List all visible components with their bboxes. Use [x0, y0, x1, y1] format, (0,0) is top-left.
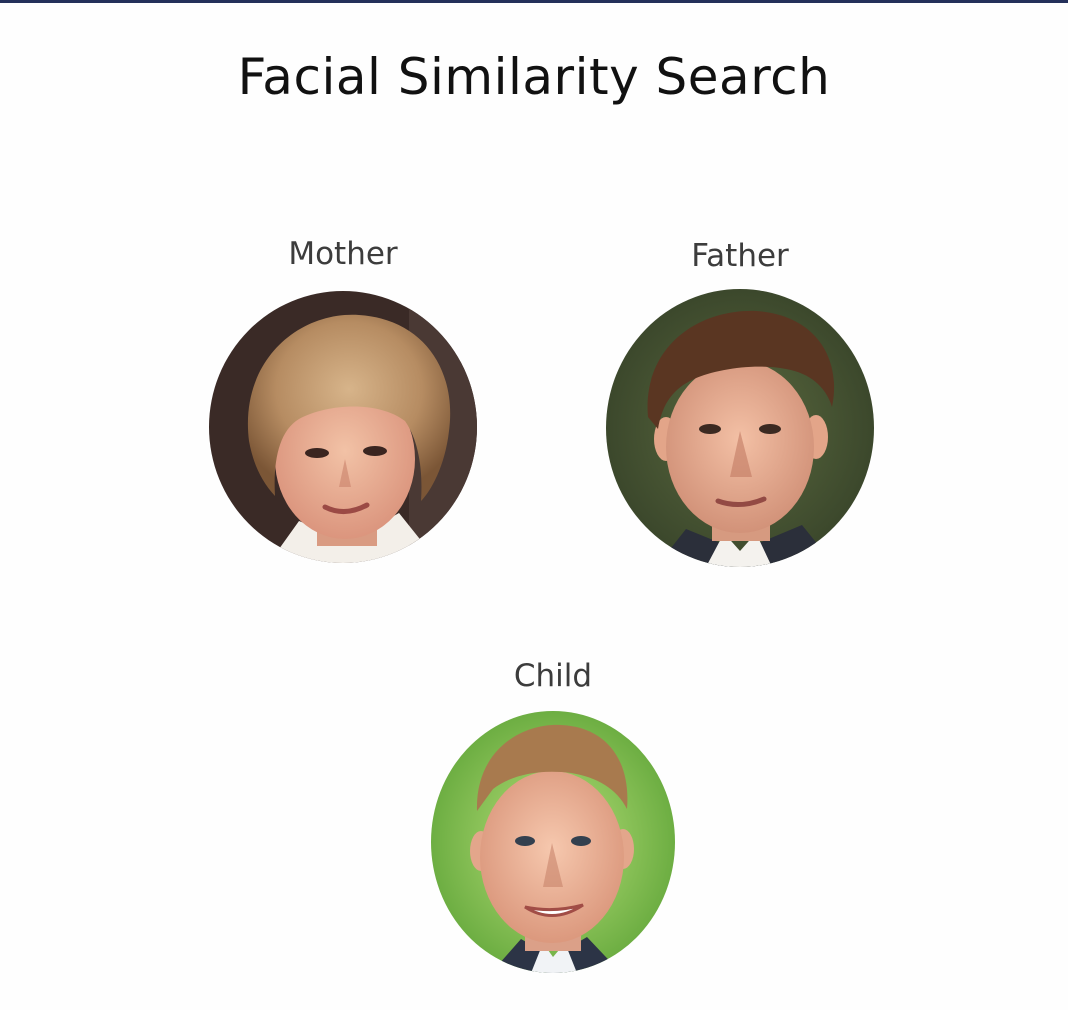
- child-label: Child: [513, 658, 593, 694]
- child-portrait[interactable]: [431, 711, 675, 974]
- child-card: Child: [430, 658, 676, 974]
- page-title: Facial Similarity Search: [237, 48, 831, 106]
- mother-photo: [209, 291, 477, 564]
- mother-portrait[interactable]: [209, 291, 477, 564]
- top-border: [0, 0, 1068, 3]
- mother-label: Mother: [288, 236, 398, 272]
- father-portrait[interactable]: [606, 289, 874, 568]
- father-photo: [606, 289, 874, 568]
- father-card: Father: [605, 238, 875, 568]
- mother-card: Mother: [208, 236, 478, 564]
- child-photo: [431, 711, 675, 974]
- father-label: Father: [691, 238, 789, 274]
